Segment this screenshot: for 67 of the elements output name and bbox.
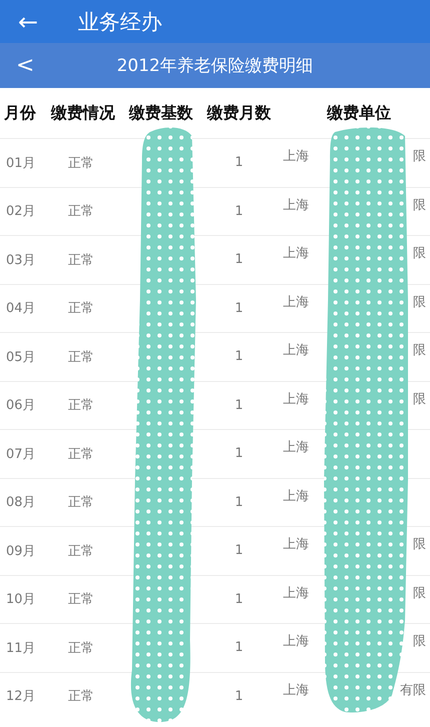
screen-title: 2012年养老保险缴费明细 bbox=[116, 55, 314, 77]
table-cell-text: 1 bbox=[234, 494, 244, 510]
table-cell-text: 正常 bbox=[67, 252, 95, 269]
table-cell-text: 1 bbox=[234, 349, 244, 364]
table-cell-text: 上海 bbox=[283, 584, 309, 602]
table-cell-text: 上海 bbox=[283, 633, 309, 650]
table-cell-text: 1 bbox=[234, 204, 244, 219]
table-cell-text: 限 bbox=[413, 342, 426, 359]
table-cell-text: 09月 bbox=[5, 542, 37, 560]
back-icon[interactable]: < bbox=[16, 53, 40, 78]
table-cell-text: 正常 bbox=[67, 203, 95, 220]
table-cell-text: 上海 bbox=[283, 488, 309, 504]
table-cell-text: 1 bbox=[234, 398, 244, 413]
table-cell-text: 08月 bbox=[5, 494, 37, 512]
table-cell-text: 05月 bbox=[5, 348, 37, 366]
table-cell-text: 限 bbox=[413, 633, 426, 650]
table-cell-text: 1 bbox=[234, 300, 244, 316]
table-cell-text: 正常 bbox=[67, 397, 95, 414]
table-cell-text: 上海 bbox=[283, 245, 309, 262]
table-cell-text: 1 bbox=[234, 592, 244, 607]
column-header: 缴费单位 bbox=[326, 102, 392, 124]
table-cell-text: 限 bbox=[413, 536, 426, 553]
table-cell-text: 正常 bbox=[67, 640, 95, 657]
table-cell-text: 限 bbox=[413, 196, 426, 214]
table-cell-text: 02月 bbox=[5, 203, 37, 220]
table-cell-text: 限 bbox=[413, 148, 426, 165]
table-cell-text: 11月 bbox=[5, 640, 37, 657]
table-cell-text: 正常 bbox=[67, 446, 95, 463]
table-cell-text: 1 bbox=[234, 543, 244, 558]
column-header: 缴费月数 bbox=[206, 102, 272, 124]
table-cell-text: 上海 bbox=[283, 682, 309, 698]
table-cell-text: 03月 bbox=[5, 252, 37, 269]
table-cell-text: 01月 bbox=[5, 154, 37, 172]
table-cell-text: 限 bbox=[413, 294, 426, 310]
table-cell-text: 06月 bbox=[5, 397, 37, 414]
table-cell-text: 正常 bbox=[67, 591, 95, 608]
table-cell-text: 正常 bbox=[67, 154, 95, 172]
table-cell-text: 正常 bbox=[67, 688, 95, 706]
table-cell-text: 正常 bbox=[67, 494, 95, 512]
table-cell-text: 有限 bbox=[400, 682, 426, 698]
table-cell-text: 上海 bbox=[283, 439, 309, 456]
page-title: 业务经办 bbox=[78, 8, 162, 36]
column-header: 缴费基数 bbox=[128, 102, 194, 124]
table-cell-text: 上海 bbox=[283, 536, 309, 553]
table-cell-text: 正常 bbox=[67, 542, 95, 560]
table-cell-text: 12月 bbox=[5, 688, 37, 706]
table-cell-text: 上海 bbox=[283, 342, 309, 359]
table-cell-text: 1 bbox=[234, 688, 244, 704]
column-header: 缴费情况 bbox=[50, 102, 116, 124]
table-cell-text: 1 bbox=[234, 640, 244, 656]
table-cell-text: 1 bbox=[234, 446, 244, 462]
table-cell-text: 正常 bbox=[67, 348, 95, 366]
table-cell-text: 限 bbox=[413, 584, 426, 602]
table-cell-text: 10月 bbox=[5, 591, 37, 608]
column-header: 月份 bbox=[3, 102, 37, 124]
table-cell-text: 上海 bbox=[283, 390, 309, 408]
table-cell-text: 限 bbox=[413, 245, 426, 262]
back-icon[interactable]: ← bbox=[18, 8, 58, 36]
table-cell-text: 上海 bbox=[283, 294, 309, 310]
table-cell-text: 上海 bbox=[283, 148, 309, 165]
table-cell-text: 07月 bbox=[5, 446, 37, 463]
table-cell-text: 限 bbox=[413, 390, 426, 408]
table-cell-text: 正常 bbox=[67, 300, 95, 318]
table-cell-text: 1 bbox=[234, 155, 244, 170]
table-cell-text: 1 bbox=[234, 252, 244, 268]
table-cell-text: 04月 bbox=[5, 300, 37, 318]
table-cell-text: 上海 bbox=[283, 196, 309, 214]
